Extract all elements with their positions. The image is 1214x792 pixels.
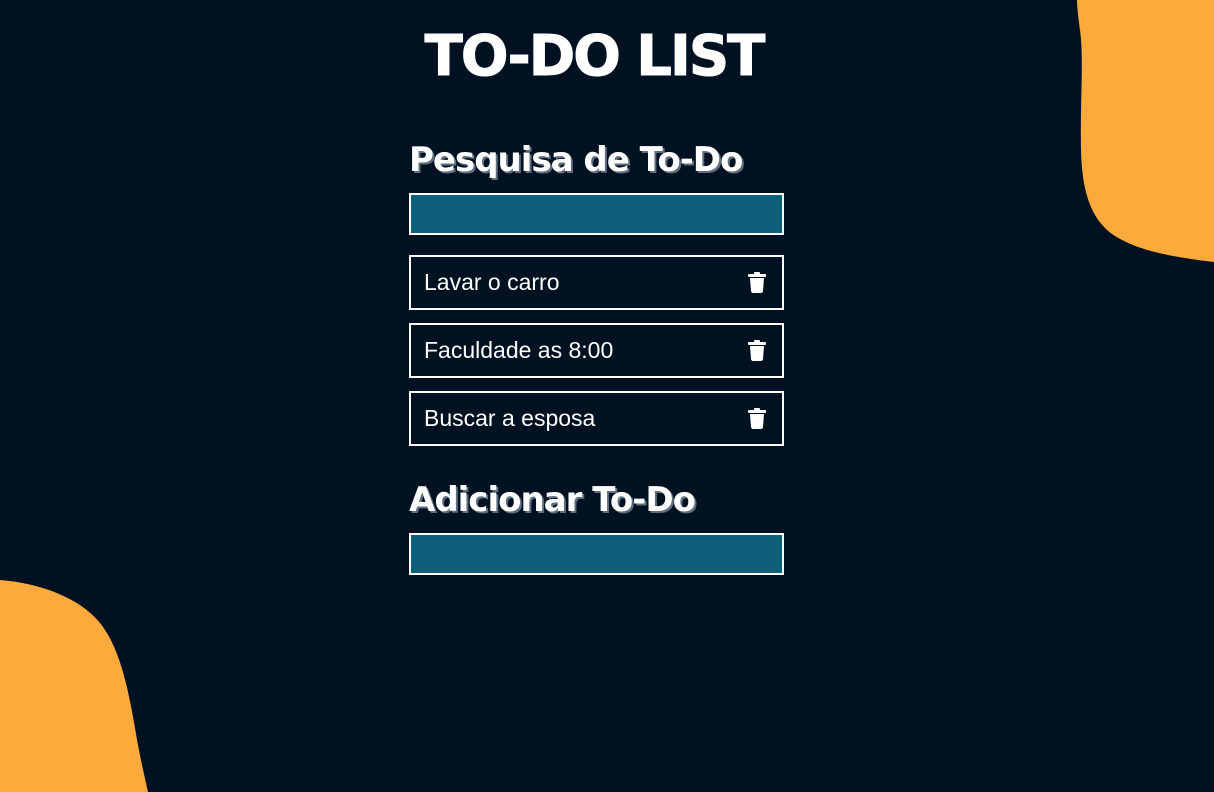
delete-button[interactable] xyxy=(745,269,769,297)
decorative-blob-top-right xyxy=(1070,0,1214,262)
app-title: TO-DO LIST xyxy=(424,24,766,90)
todo-text: Buscar a esposa xyxy=(424,405,596,431)
trash-icon xyxy=(748,272,766,293)
delete-button[interactable] xyxy=(745,337,769,365)
todo-list: Lavar o carro Faculdade as 8:00 Buscar a… xyxy=(409,255,784,459)
trash-icon xyxy=(748,408,766,429)
add-todo-input[interactable] xyxy=(409,533,784,575)
add-section-title: Adicionar To-Do xyxy=(409,480,696,520)
search-section-title: Pesquisa de To-Do xyxy=(409,140,743,180)
trash-icon xyxy=(748,340,766,361)
delete-button[interactable] xyxy=(745,405,769,433)
todo-text: Lavar o carro xyxy=(424,269,560,295)
search-input[interactable] xyxy=(409,193,784,235)
todo-text: Faculdade as 8:00 xyxy=(424,337,614,363)
todo-item: Buscar a esposa xyxy=(409,391,784,446)
todo-item: Faculdade as 8:00 xyxy=(409,323,784,378)
todo-item: Lavar o carro xyxy=(409,255,784,310)
decorative-blob-bottom-left xyxy=(0,578,150,792)
page-background: TO-DO LIST Pesquisa de To-Do Lavar o car… xyxy=(0,0,1214,792)
